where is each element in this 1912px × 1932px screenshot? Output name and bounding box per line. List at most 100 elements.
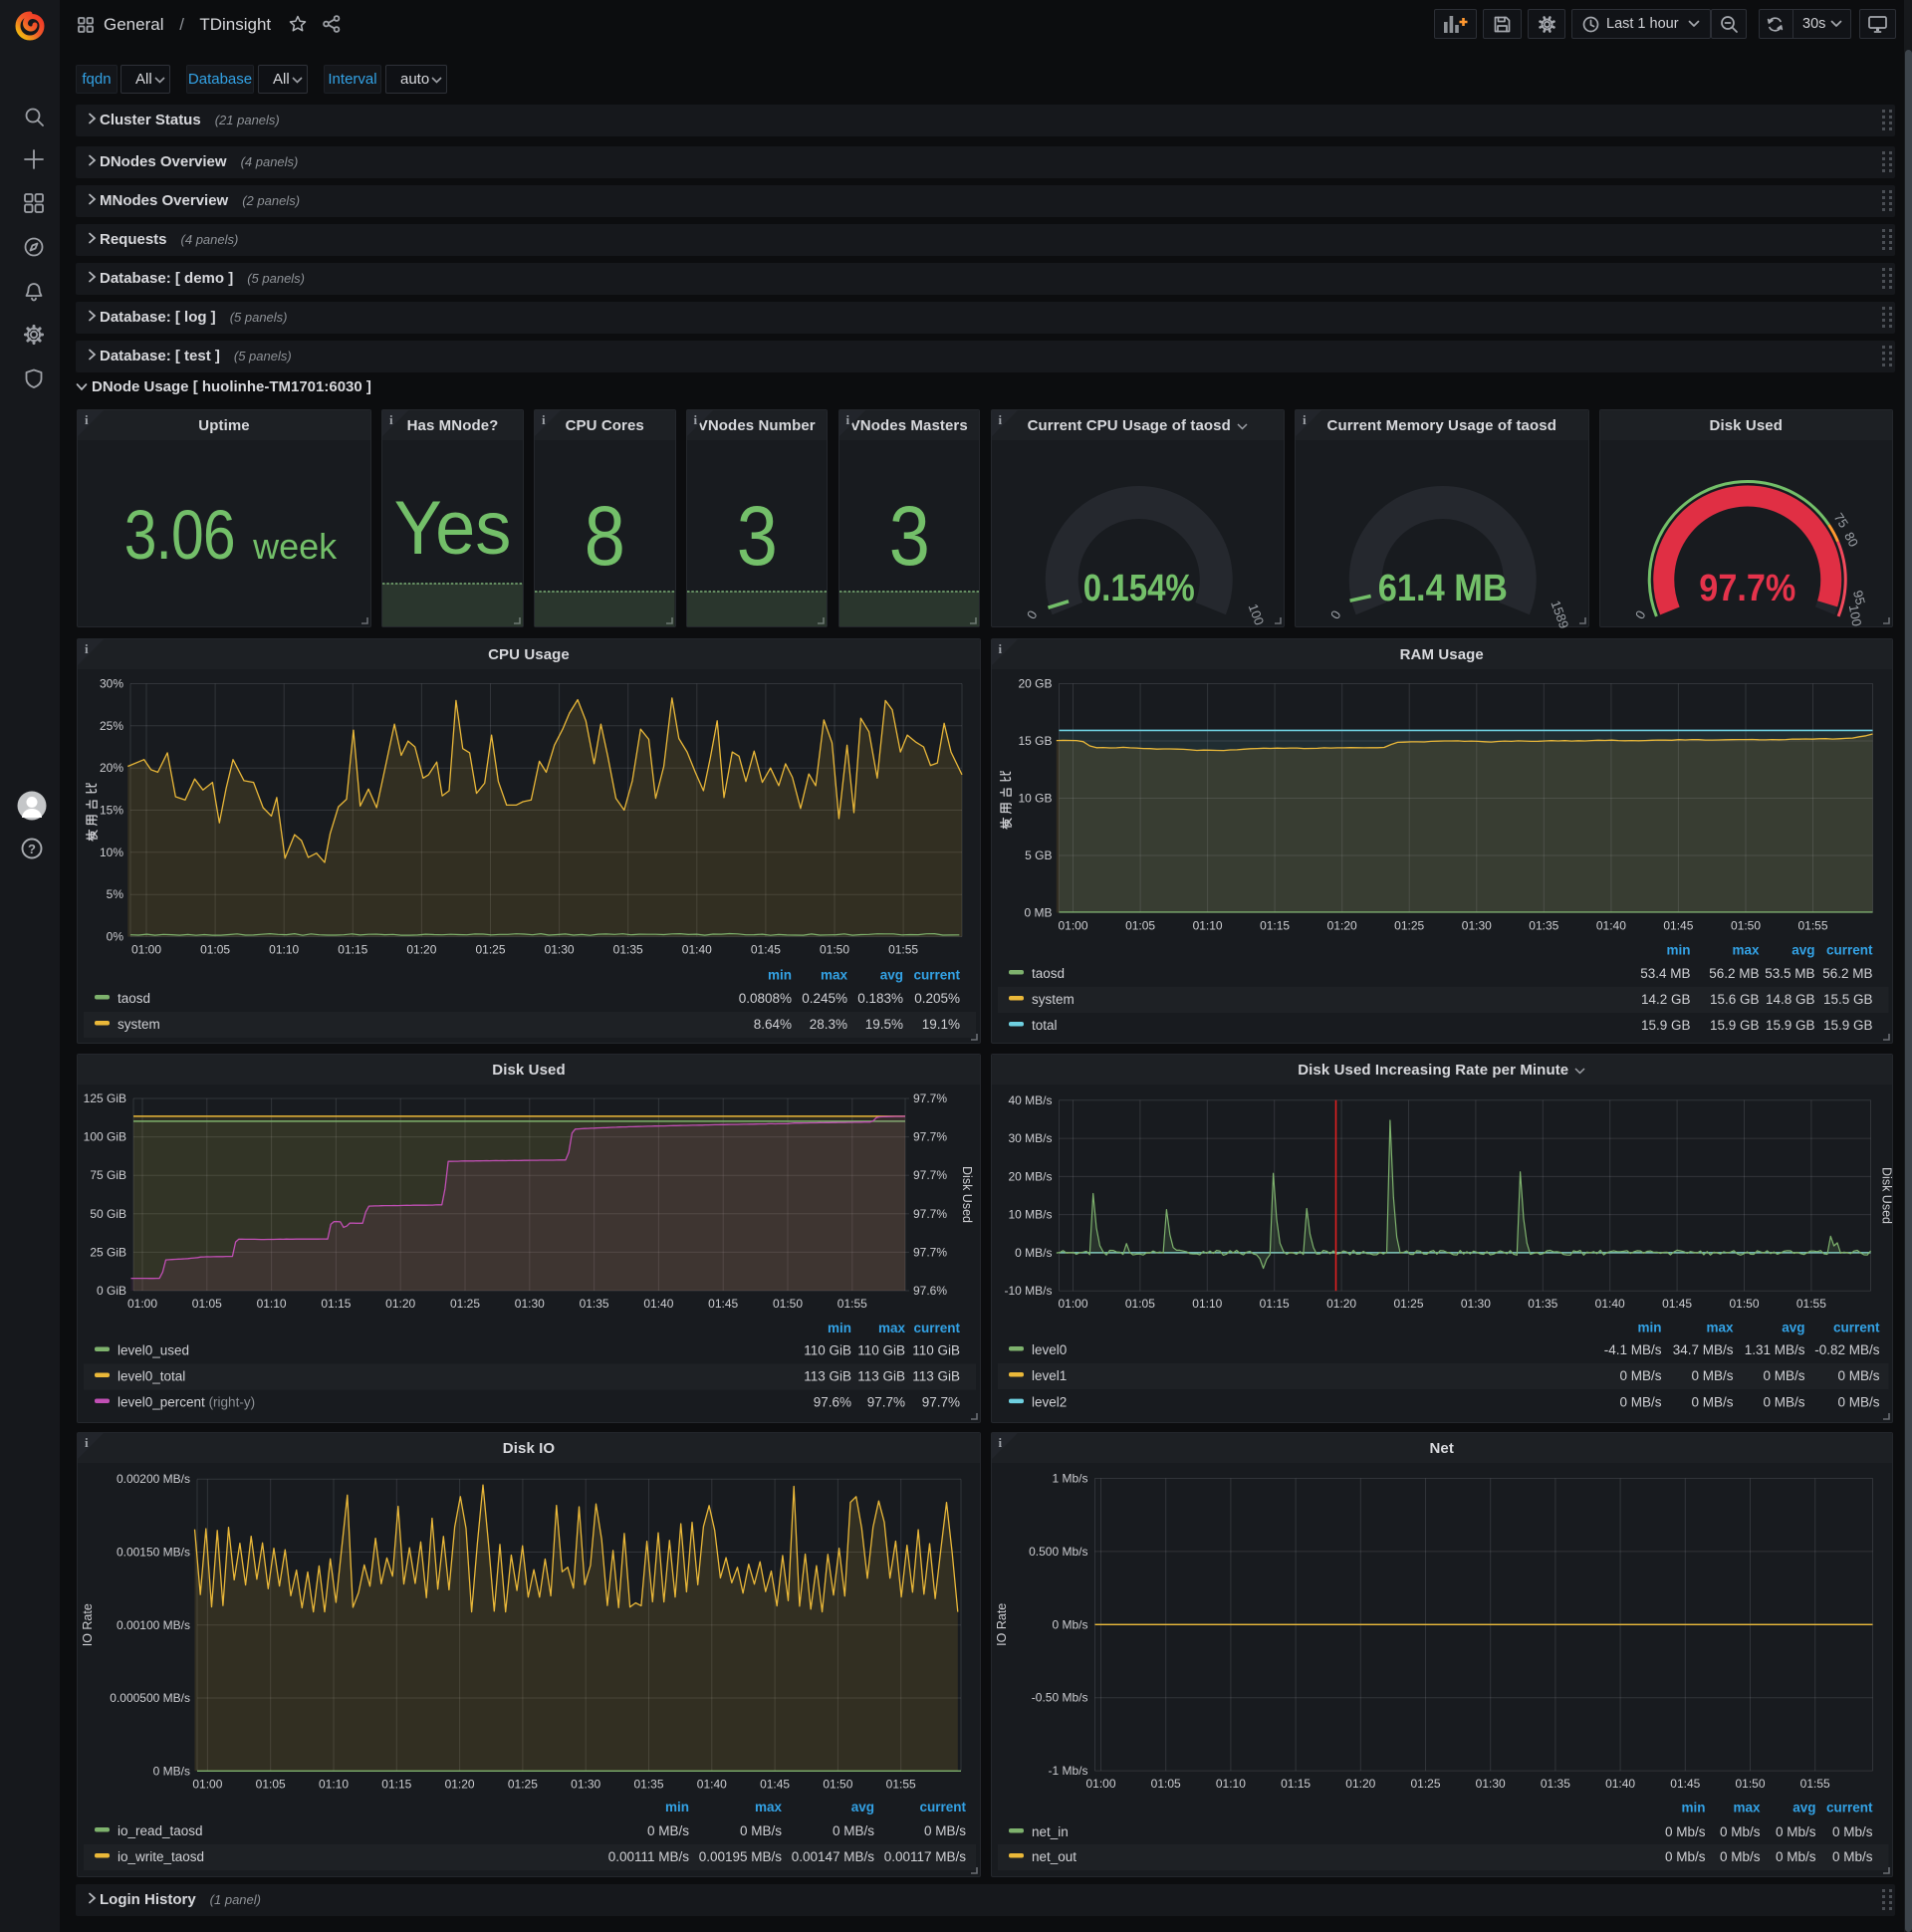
svg-text:97.7%: 97.7% (913, 1207, 947, 1221)
svg-text:0 MB/s: 0 MB/s (1015, 1246, 1052, 1260)
svg-text:01:30: 01:30 (515, 1297, 545, 1311)
svg-text:01:00: 01:00 (127, 1297, 157, 1311)
svg-text:0 MB/s: 0 MB/s (1691, 1395, 1733, 1410)
svg-text:01:25: 01:25 (450, 1297, 480, 1311)
svg-text:01:25: 01:25 (475, 942, 505, 956)
svg-text:max: max (821, 967, 848, 982)
svg-text:0.00150 MB/s: 0.00150 MB/s (117, 1545, 190, 1559)
svg-text:taosd: taosd (118, 991, 150, 1006)
svg-text:28.3%: 28.3% (810, 1017, 847, 1032)
svg-text:0 Mb/s: 0 Mb/s (1052, 1617, 1087, 1631)
svg-text:01:50: 01:50 (820, 942, 849, 956)
svg-text:01:20: 01:20 (445, 1777, 475, 1791)
svg-text:15.9 GB: 15.9 GB (1822, 1018, 1872, 1033)
svg-text:min: min (828, 1321, 851, 1335)
svg-text:25%: 25% (100, 718, 123, 732)
svg-text:0.245%: 0.245% (802, 991, 847, 1006)
svg-text:20 MB/s: 20 MB/s (1008, 1169, 1052, 1183)
svg-text:level0_used: level0_used (118, 1343, 189, 1358)
svg-text:current: current (1825, 1800, 1872, 1814)
svg-text:0.0808%: 0.0808% (739, 991, 792, 1006)
svg-text:97.7%: 97.7% (913, 1168, 947, 1182)
svg-text:19.1%: 19.1% (922, 1017, 960, 1032)
svg-text:0 MB/s: 0 MB/s (1837, 1368, 1879, 1383)
svg-text:01:35: 01:35 (613, 942, 643, 956)
svg-text:0 Mb/s: 0 Mb/s (1775, 1849, 1815, 1864)
svg-text:25 GiB: 25 GiB (90, 1245, 126, 1259)
svg-text:system: system (1032, 992, 1075, 1007)
svg-text:01:10: 01:10 (319, 1777, 349, 1791)
svg-text:min: min (768, 967, 792, 982)
svg-text:01:35: 01:35 (1529, 918, 1558, 932)
svg-text:75 GiB: 75 GiB (90, 1168, 126, 1182)
svg-text:current: current (1825, 942, 1872, 957)
svg-text:100 GiB: 100 GiB (84, 1130, 126, 1144)
svg-text:0: 0 (1024, 607, 1041, 621)
svg-text:01:05: 01:05 (1150, 1777, 1180, 1791)
svg-text:0.00195 MB/s: 0.00195 MB/s (699, 1849, 783, 1864)
svg-text:01:15: 01:15 (1259, 1297, 1289, 1311)
svg-text:01:55: 01:55 (1795, 1297, 1825, 1311)
svg-text:110 GiB: 110 GiB (804, 1343, 851, 1358)
svg-text:0.183%: 0.183% (857, 991, 903, 1006)
svg-text:75: 75 (1830, 510, 1851, 530)
svg-text:max: max (1733, 1800, 1761, 1814)
svg-text:current: current (919, 1800, 966, 1814)
svg-text:0: 0 (1327, 607, 1344, 621)
svg-text:0 MB/s: 0 MB/s (1619, 1395, 1661, 1410)
svg-text:01:20: 01:20 (385, 1297, 415, 1311)
svg-text:01:40: 01:40 (1595, 918, 1625, 932)
svg-text:01:10: 01:10 (257, 1297, 287, 1311)
svg-text:-1 Mb/s: -1 Mb/s (1048, 1764, 1087, 1778)
svg-text:01:20: 01:20 (1345, 1777, 1375, 1791)
svg-text:0%: 0% (107, 929, 124, 943)
svg-text:0 MB: 0 MB (1024, 905, 1052, 919)
svg-text:0 MB/s: 0 MB/s (647, 1823, 689, 1838)
svg-text:97.7%: 97.7% (913, 1245, 947, 1259)
svg-text:01:15: 01:15 (1281, 1777, 1311, 1791)
svg-text:current: current (913, 1321, 960, 1335)
svg-text:125 GiB: 125 GiB (84, 1091, 126, 1105)
svg-text:01:45: 01:45 (708, 1297, 738, 1311)
svg-text:01:55: 01:55 (888, 942, 918, 956)
svg-text:net_out: net_out (1032, 1849, 1076, 1864)
svg-text:30%: 30% (100, 676, 123, 690)
svg-text:0.154%: 0.154% (1082, 568, 1194, 609)
svg-text:0 MB/s: 0 MB/s (1837, 1395, 1879, 1410)
svg-text:97.6%: 97.6% (814, 1395, 851, 1410)
svg-text:0 Mb/s: 0 Mb/s (1831, 1849, 1872, 1864)
svg-text:01:05: 01:05 (256, 1777, 286, 1791)
svg-text:01:35: 01:35 (580, 1297, 609, 1311)
svg-text:01:00: 01:00 (1085, 1777, 1115, 1791)
svg-text:0 MB/s: 0 MB/s (924, 1823, 966, 1838)
svg-text:0 Mb/s: 0 Mb/s (1719, 1824, 1760, 1839)
svg-text:97.7%: 97.7% (913, 1091, 947, 1105)
svg-text:01:25: 01:25 (1394, 918, 1424, 932)
svg-text:0 Mb/s: 0 Mb/s (1664, 1849, 1705, 1864)
svg-text:01:45: 01:45 (1670, 1777, 1700, 1791)
svg-text:level0: level0 (1032, 1342, 1067, 1357)
svg-text:min: min (1681, 1800, 1705, 1814)
svg-text:0.00200 MB/s: 0.00200 MB/s (117, 1472, 190, 1486)
svg-text:io_write_taosd: io_write_taosd (118, 1849, 204, 1864)
svg-text:01:15: 01:15 (338, 942, 367, 956)
svg-text:113 GiB: 113 GiB (804, 1369, 851, 1384)
svg-text:100: 100 (1845, 604, 1864, 627)
svg-text:0: 0 (1632, 607, 1649, 621)
svg-text:Disk Used: Disk Used (1879, 1167, 1893, 1224)
svg-text:01:15: 01:15 (1260, 918, 1290, 932)
svg-text:01:20: 01:20 (406, 942, 436, 956)
svg-text:50 GiB: 50 GiB (90, 1207, 126, 1221)
svg-text:0 MB/s: 0 MB/s (740, 1823, 782, 1838)
svg-text:01:50: 01:50 (1729, 1297, 1759, 1311)
svg-text:80: 80 (1841, 530, 1861, 550)
svg-text:0 MB/s: 0 MB/s (833, 1823, 874, 1838)
svg-text:total: total (1032, 1018, 1058, 1033)
svg-text:01:30: 01:30 (1461, 918, 1491, 932)
svg-text:avg: avg (1782, 1321, 1804, 1335)
svg-text:01:05: 01:05 (200, 942, 230, 956)
svg-text:01:30: 01:30 (1475, 1777, 1505, 1791)
svg-text:56.2 MB: 56.2 MB (1709, 966, 1759, 981)
svg-text:avg: avg (1792, 1800, 1815, 1814)
svg-text:15.9 GB: 15.9 GB (1765, 1018, 1814, 1033)
